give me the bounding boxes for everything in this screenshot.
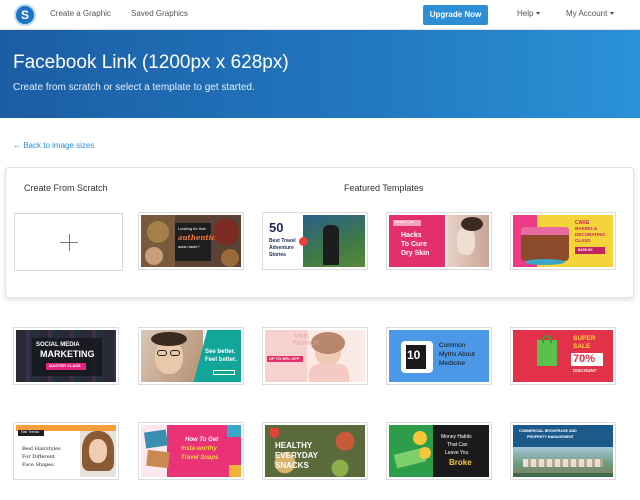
template-tile-pink-fashion[interactable]: PINK FASHION UP TO 50% OFF (262, 327, 368, 385)
template-tile-dry-skin[interactable]: Beauty Tips Hacks To Cure Dry Skin (386, 212, 492, 270)
template-text: That Can (447, 442, 468, 448)
template-tile-cake-class[interactable]: CAKE BAKING & DECORATING CLASS $499.00 (510, 212, 616, 270)
template-text: Face Shapes (22, 462, 54, 468)
saved-graphics-link[interactable]: Saved Graphics (131, 9, 188, 18)
template-text: For Different (22, 454, 55, 460)
template-text: To Cure (401, 241, 427, 248)
template-text: PROPERTY MANAGEMENT (527, 435, 574, 439)
template-text: Feel better. (205, 357, 237, 363)
template-text: Best Hairstyles (22, 446, 61, 452)
template-tile-glasses[interactable]: See better. Feel better. (138, 327, 244, 385)
template-tile-social-media-marketing[interactable]: SOCIAL MEDIA MARKETING MASTER CLASS (13, 327, 119, 385)
template-text: MASTER CLASS (49, 363, 81, 368)
template-price: $499.00 (578, 247, 593, 252)
template-tile-travel-snaps[interactable]: How To Get Insta-worthy Travel Snaps (138, 422, 244, 480)
template-text: SALE (573, 343, 591, 350)
top-nav: S Create a Graphic Saved Graphics Upgrad… (0, 0, 640, 30)
template-text: How To Get (185, 437, 219, 443)
template-text: asian taste? (178, 244, 200, 249)
hero-banner: Facebook Link (1200px x 628px) Create fr… (0, 30, 640, 118)
template-text: COMMERCIAL BROKERAGE AND (519, 429, 577, 433)
template-text: MARKETING (40, 349, 95, 359)
template-text: Hacks (401, 232, 422, 239)
caret-down-icon (536, 12, 541, 16)
template-text: Stories (269, 252, 286, 258)
template-tile-medicine-myths[interactable]: 10 Common Myths About Medicine (386, 327, 492, 385)
featured-heading: Featured Templates (344, 183, 424, 193)
template-text: Leave You (445, 450, 469, 456)
account-menu-label: My Account (566, 9, 608, 18)
template-text: Adventure (269, 245, 294, 251)
app-logo[interactable]: S (14, 4, 36, 26)
account-menu[interactable]: My Account (566, 9, 615, 18)
template-text: authentic (178, 233, 216, 242)
template-text: Medicine (439, 360, 466, 367)
page-subtitle: Create from scratch or select a template… (13, 82, 255, 93)
create-from-scratch-tile[interactable] (14, 213, 123, 271)
template-text: SUPER (573, 335, 596, 342)
template-tile-commercial-brokerage[interactable]: COMMERCIAL BROKERAGE AND PROPERTY MANAGE… (510, 422, 616, 480)
template-text: Insta-worthy (181, 446, 217, 452)
template-tile-asian-food[interactable]: Looking for that authentic asian taste? (138, 212, 244, 270)
template-text: Common (439, 342, 466, 349)
help-menu[interactable]: Help (517, 9, 541, 18)
template-text: EVERYDAY (275, 451, 318, 460)
template-text: DECORATING (575, 232, 605, 237)
template-text: FASHION (293, 341, 320, 347)
template-text: Myths About (439, 351, 475, 358)
template-text: Money Habits (441, 434, 472, 440)
back-to-image-sizes-link[interactable]: ← Back to image sizes (13, 141, 94, 150)
template-text: HEALTHY (275, 441, 313, 450)
template-text: Best Travel (269, 238, 296, 244)
template-text: Looking for that (178, 226, 206, 231)
template-tile-money-habits[interactable]: Money Habits That Can Leave You Broke (386, 422, 492, 480)
template-text: SNACKS (275, 461, 309, 470)
template-text: See better. (205, 349, 236, 355)
caret-down-icon (610, 12, 615, 16)
template-tile-travel-stories[interactable]: 50 Best Travel Adventure Stories (262, 212, 368, 270)
template-text: CLASS (575, 238, 591, 243)
template-text: Broke (449, 458, 472, 467)
template-tile-hairstyles[interactable]: Hair Trends Best Hairstyles For Differen… (13, 422, 119, 480)
template-text: 50 (269, 220, 284, 235)
template-text: 10 (407, 348, 421, 362)
template-text: BAKING & (575, 226, 598, 231)
create-graphic-link[interactable]: Create a Graphic (50, 9, 111, 18)
template-text: PINK (295, 334, 310, 340)
template-text: 70% (573, 353, 596, 365)
help-menu-label: Help (517, 9, 534, 18)
template-text: Dry Skin (401, 250, 430, 257)
template-tag: Hair Trends (21, 430, 40, 434)
plus-icon-stem (69, 234, 70, 251)
template-tag: Beauty Tips (395, 220, 414, 224)
template-text: SOCIAL MEDIA (36, 342, 80, 348)
page-title: Facebook Link (1200px x 628px) (13, 52, 289, 73)
upgrade-now-button[interactable]: Upgrade Now (423, 5, 488, 25)
template-text: UP TO 50% OFF (269, 356, 300, 361)
template-tile-super-sale[interactable]: SUPER SALE 70% DISCOUNT (510, 327, 616, 385)
template-text: Travel Snaps (181, 455, 219, 461)
template-tile-healthy-snacks[interactable]: HEALTHY EVERYDAY SNACKS (262, 422, 368, 480)
scratch-heading: Create From Scratch (24, 183, 108, 193)
template-text: DISCOUNT (573, 368, 597, 373)
